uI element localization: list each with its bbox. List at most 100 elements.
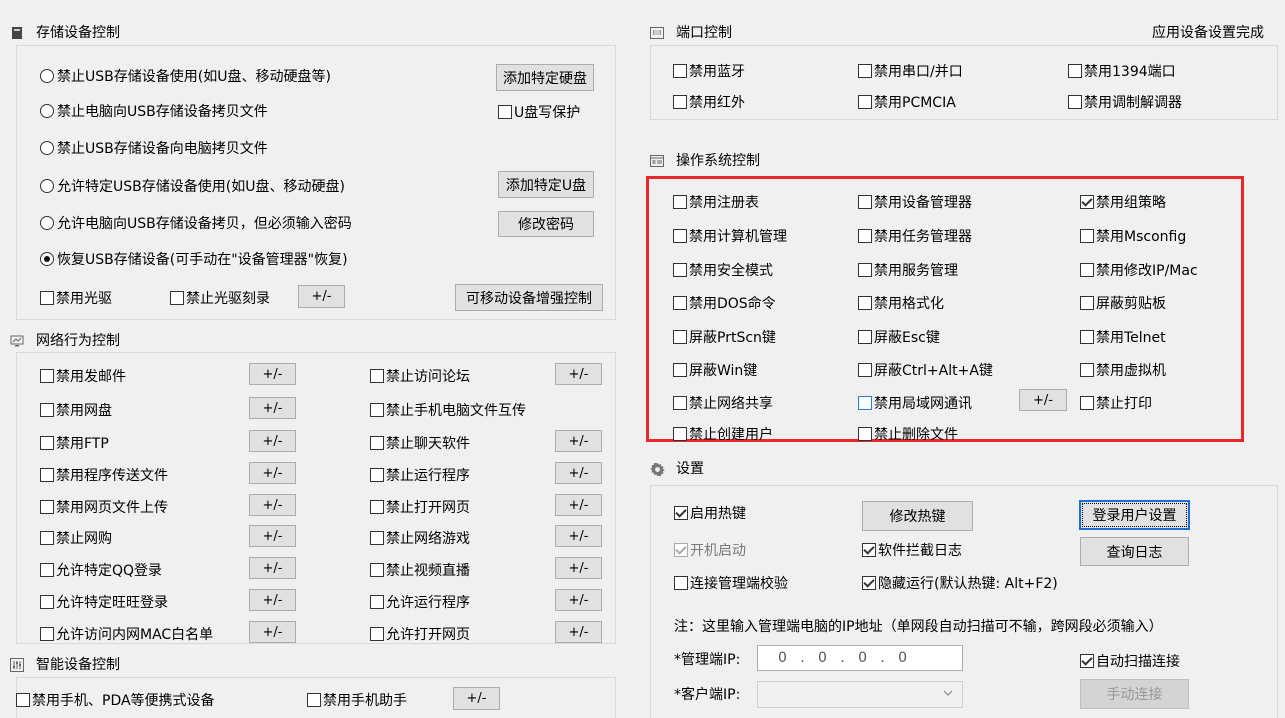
network-right-checkbox[interactable]: 禁止视频直播: [370, 560, 470, 580]
network-left-checkbox[interactable]: 禁用发邮件: [40, 366, 126, 386]
udisk-write-protect-checkbox[interactable]: U盘写保护: [498, 102, 580, 122]
port-checkbox[interactable]: 禁用调制解调器: [1068, 92, 1182, 112]
os-checkbox[interactable]: 禁止网络共享: [673, 393, 773, 413]
network-right-plus-minus-button[interactable]: +/-: [555, 494, 602, 516]
change-password-button[interactable]: 修改密码: [498, 211, 594, 237]
os-checkbox[interactable]: 禁用局域网通讯: [858, 393, 972, 413]
disable-phone-helper-checkbox[interactable]: 禁用手机助手: [307, 690, 407, 710]
client-ip-select[interactable]: [757, 681, 963, 708]
network-left-checkbox[interactable]: 禁用网盘: [40, 400, 112, 420]
os-checkbox[interactable]: 禁用格式化: [858, 293, 944, 313]
os-checkbox[interactable]: 禁用Telnet: [1080, 327, 1166, 347]
auto-scan-checkbox[interactable]: 自动扫描连接: [1080, 651, 1180, 671]
network-title: 网络行为控制: [36, 333, 120, 349]
hidden-run-checkbox[interactable]: 隐藏运行(默认热键: Alt+F2): [862, 573, 1058, 593]
network-left-checkbox[interactable]: 允许特定旺旺登录: [40, 592, 168, 612]
radio-disable-copy-to-usb[interactable]: 禁止电脑向USB存储设备拷贝文件: [40, 101, 268, 121]
os-checkbox[interactable]: 禁用设备管理器: [858, 192, 972, 212]
phone-helper-plus-minus-button[interactable]: +/-: [453, 687, 500, 710]
network-right-checkbox[interactable]: 禁止访问论坛: [370, 366, 470, 386]
network-right-plus-minus-button[interactable]: +/-: [555, 589, 602, 611]
os-checkbox[interactable]: 禁用计算机管理: [673, 226, 787, 246]
query-log-button[interactable]: 查询日志: [1080, 537, 1189, 566]
network-right-checkbox[interactable]: 禁止打开网页: [370, 497, 470, 517]
network-left-plus-minus-button[interactable]: +/-: [249, 430, 296, 452]
login-user-settings-button[interactable]: 登录用户设置: [1079, 500, 1190, 530]
verify-admin-checkbox[interactable]: 连接管理端校验: [674, 573, 788, 593]
os-checkbox[interactable]: 屏蔽Esc键: [858, 327, 940, 347]
network-right-plus-minus-button[interactable]: +/-: [555, 621, 602, 643]
network-right-checkbox[interactable]: 禁止手机电脑文件互传: [370, 400, 526, 420]
status-text: 应用设备设置完成: [1152, 25, 1264, 41]
autostart-checkbox[interactable]: 开机启动: [674, 540, 746, 560]
network-right-plus-minus-button[interactable]: +/-: [555, 525, 602, 547]
radio-allow-copy-with-password[interactable]: 允许电脑向USB存储设备拷贝，但必须输入密码: [40, 213, 352, 233]
os-checkbox[interactable]: 禁用修改IP/Mac: [1080, 260, 1198, 280]
network-left-checkbox[interactable]: 禁用FTP: [40, 433, 109, 453]
software-intercept-log-checkbox[interactable]: 软件拦截日志: [862, 540, 962, 560]
port-checkbox[interactable]: 禁用1394端口: [1068, 61, 1176, 81]
admin-ip-input[interactable]: 0 . 0 . 0 . 0: [757, 645, 963, 671]
os-checkbox[interactable]: 禁止创建用户: [673, 424, 773, 444]
add-specific-disk-button[interactable]: 添加特定硬盘: [496, 64, 594, 91]
network-right-checkbox[interactable]: 禁止运行程序: [370, 465, 470, 485]
radio-disable-usb-storage[interactable]: 禁止USB存储设备使用(如U盘、移动硬盘等): [40, 66, 331, 86]
port-checkbox[interactable]: 禁用串口/并口: [858, 61, 963, 81]
network-left-checkbox[interactable]: 禁用程序传送文件: [40, 465, 168, 485]
os-checkbox[interactable]: 屏蔽PrtScn键: [673, 327, 776, 347]
radio-restore-usb-storage[interactable]: 恢复USB存储设备(可手动在"设备管理器"恢复): [40, 249, 348, 269]
network-left-checkbox[interactable]: 禁止网购: [40, 528, 112, 548]
radio-disable-copy-from-usb[interactable]: 禁止USB存储设备向电脑拷贝文件: [40, 138, 268, 158]
network-right-checkbox[interactable]: 允许运行程序: [370, 592, 470, 612]
disable-cd-burn-checkbox[interactable]: 禁止光驱刻录: [170, 288, 270, 308]
network-left-plus-minus-button[interactable]: +/-: [249, 525, 296, 547]
network-left-plus-minus-button[interactable]: +/-: [249, 397, 296, 419]
network-left-plus-minus-button[interactable]: +/-: [249, 462, 296, 484]
os-checkbox[interactable]: 禁用服务管理: [858, 260, 958, 280]
network-right-checkbox[interactable]: 允许打开网页: [370, 624, 470, 644]
cd-burn-plus-minus-button[interactable]: +/-: [298, 285, 345, 308]
os-checkbox[interactable]: 屏蔽Ctrl+Alt+A键: [858, 360, 993, 380]
network-right-plus-minus-button[interactable]: +/-: [555, 462, 602, 484]
removable-device-control-button[interactable]: 可移动设备增强控制: [455, 284, 603, 311]
network-left-plus-minus-button[interactable]: +/-: [249, 494, 296, 516]
network-right-plus-minus-button[interactable]: +/-: [555, 430, 602, 452]
network-left-checkbox[interactable]: 禁用网页文件上传: [40, 497, 168, 517]
os-checkbox[interactable]: 禁用注册表: [673, 192, 759, 212]
os-checkbox[interactable]: 禁止打印: [1080, 393, 1152, 413]
network-right-plus-minus-button[interactable]: +/-: [555, 557, 602, 579]
add-specific-udisk-button[interactable]: 添加特定U盘: [498, 171, 594, 198]
disable-portable-device-checkbox[interactable]: 禁用手机、PDA等便携式设备: [16, 690, 215, 710]
os-checkbox[interactable]: 屏蔽Win键: [673, 360, 757, 380]
port-checkbox[interactable]: 禁用PCMCIA: [858, 92, 956, 112]
storage-title: 存储设备控制: [36, 25, 120, 41]
network-right-plus-minus-button[interactable]: +/-: [555, 363, 602, 385]
lan-comm-plus-minus-button[interactable]: +/-: [1019, 389, 1067, 411]
port-checkbox[interactable]: 禁用蓝牙: [673, 61, 745, 81]
os-checkbox[interactable]: 禁用Msconfig: [1080, 226, 1186, 246]
network-left-checkbox[interactable]: 允许访问内网MAC白名单: [40, 624, 213, 644]
radio-allow-specific-usb[interactable]: 允许特定USB存储设备使用(如U盘、移动硬盘): [40, 176, 345, 196]
network-left-plus-minus-button[interactable]: +/-: [249, 557, 296, 579]
os-checkbox[interactable]: 禁用安全模式: [673, 260, 773, 280]
enable-hotkey-checkbox[interactable]: 启用热键: [674, 503, 746, 523]
network-left-plus-minus-button[interactable]: +/-: [249, 589, 296, 611]
disable-cd-drive-checkbox[interactable]: 禁用光驱: [40, 288, 112, 308]
modify-hotkey-button[interactable]: 修改热键: [862, 501, 973, 531]
network-right-checkbox[interactable]: 禁止网络游戏: [370, 528, 470, 548]
os-checkbox[interactable]: 禁用DOS命令: [673, 293, 776, 313]
os-checkbox[interactable]: 禁用虚拟机: [1080, 360, 1166, 380]
os-checkbox[interactable]: 禁用组策略: [1080, 192, 1166, 212]
manual-connect-button[interactable]: 手动连接: [1080, 679, 1189, 709]
os-checkbox[interactable]: 禁用任务管理器: [858, 226, 972, 246]
chevron-down-icon: [942, 687, 954, 703]
port-checkbox[interactable]: 禁用红外: [673, 92, 745, 112]
os-checkbox[interactable]: 屏蔽剪贴板: [1080, 293, 1166, 313]
network-left-plus-minus-button[interactable]: +/-: [249, 621, 296, 643]
network-left-plus-minus-button[interactable]: +/-: [249, 363, 296, 385]
port-header: 端口控制: [650, 22, 732, 42]
network-right-checkbox[interactable]: 禁止聊天软件: [370, 433, 470, 453]
network-left-checkbox[interactable]: 允许特定QQ登录: [40, 560, 162, 580]
window-list-icon: [650, 154, 664, 167]
os-checkbox[interactable]: 禁止删除文件: [858, 424, 958, 444]
